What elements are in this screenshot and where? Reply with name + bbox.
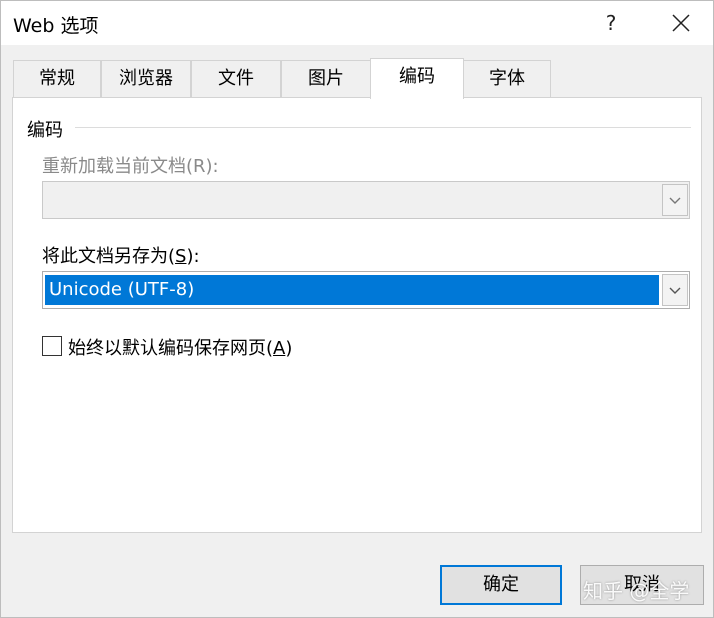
reload-label: 重新加载当前文档(R): [42, 156, 219, 177]
save-as-encoding-value: Unicode (UTF-8) [45, 275, 659, 305]
save-as-label: 将此文档另存为(S): [42, 246, 200, 267]
chevron-down-icon [669, 287, 681, 294]
encoding-panel: 编码 重新加载当前文档(R): 将此文档另存为(S): Unicode (UTF… [12, 97, 702, 533]
reload-encoding-value [45, 185, 659, 215]
tab-encoding[interactable]: 编码 [370, 58, 464, 99]
tab-pictures[interactable]: 图片 [281, 60, 371, 98]
save-as-dropdown-button[interactable] [662, 274, 688, 306]
reload-encoding-select[interactable] [42, 181, 690, 219]
dialog-title: Web 选项 [13, 15, 99, 37]
tab-fonts[interactable]: 字体 [463, 60, 551, 98]
tab-general[interactable]: 常规 [13, 60, 101, 98]
reload-dropdown-button[interactable] [662, 184, 688, 216]
save-as-encoding-select[interactable]: Unicode (UTF-8) [42, 271, 690, 309]
always-default-encoding-label: 始终以默认编码保存网页(A) [68, 338, 293, 359]
ok-button[interactable]: 确定 [440, 565, 562, 605]
tab-files[interactable]: 文件 [191, 60, 281, 98]
group-title: 编码 [27, 120, 63, 141]
always-default-encoding-checkbox[interactable] [42, 336, 62, 356]
watermark: 知乎 @全学 [583, 579, 690, 603]
title-bar: Web 选项 ? [1, 1, 713, 45]
close-button[interactable] [661, 3, 701, 43]
close-icon [672, 14, 690, 32]
group-divider [75, 127, 691, 128]
chevron-down-icon [669, 197, 681, 204]
help-button[interactable]: ? [593, 3, 629, 43]
tab-browser[interactable]: 浏览器 [101, 60, 191, 98]
web-options-dialog: Web 选项 ? 常规 浏览器 文件 图片 编码 字体 编码 重新加载当前文档(… [0, 0, 714, 618]
